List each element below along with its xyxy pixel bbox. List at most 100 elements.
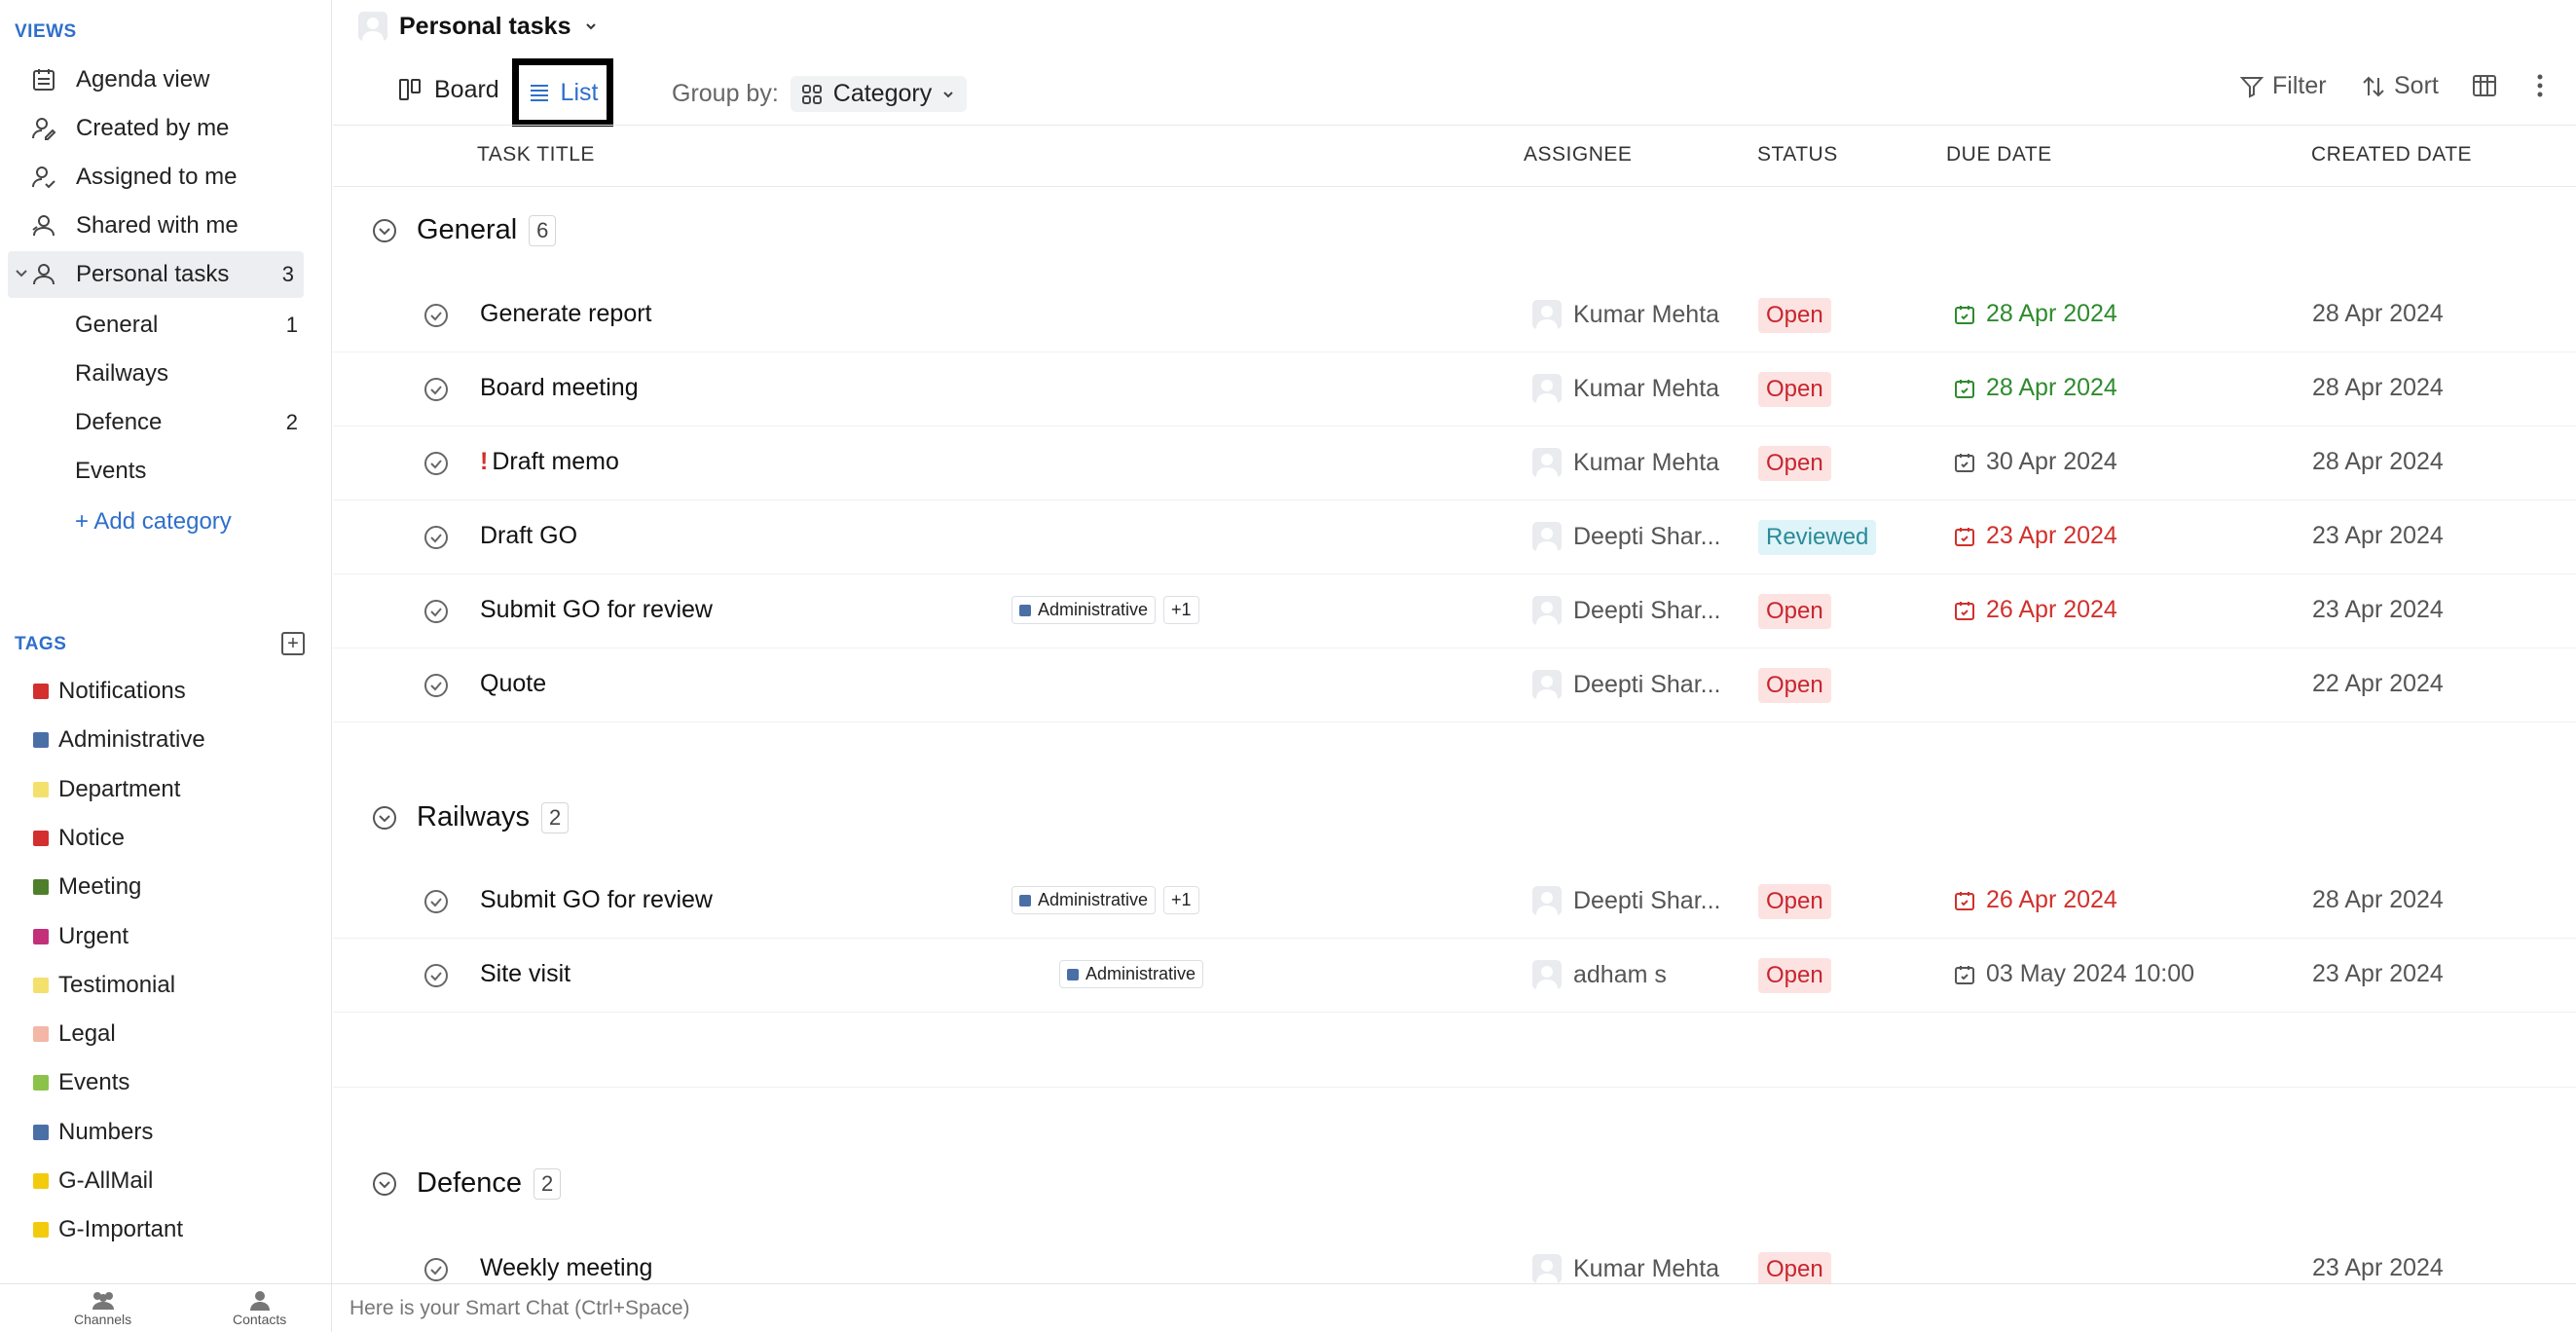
- status-badge[interactable]: Open: [1758, 668, 1831, 703]
- column-created-date[interactable]: CREATED DATE: [2311, 143, 2472, 166]
- column-task-title[interactable]: TASK TITLE: [477, 143, 595, 166]
- collapse-toggle-icon[interactable]: [372, 218, 397, 243]
- task-row[interactable]: Site visit Administrative adham s Open 03 Ma…: [333, 939, 2576, 1013]
- status-badge[interactable]: Open: [1758, 372, 1831, 407]
- sidebar-category-defence[interactable]: Defence 2: [75, 399, 304, 446]
- more-tags-chip[interactable]: +1: [1163, 886, 1199, 914]
- task-title-cell[interactable]: Submit GO for review: [480, 596, 713, 624]
- sidebar-item-assigned-to-me[interactable]: Assigned to me: [8, 154, 304, 201]
- channels-button[interactable]: Channels: [74, 1290, 131, 1327]
- sidebar-tag-item[interactable]: Department: [33, 766, 180, 813]
- status-badge[interactable]: Reviewed: [1758, 520, 1877, 555]
- status-badge[interactable]: Open: [1758, 594, 1831, 629]
- group-by-dropdown[interactable]: Category: [790, 76, 968, 112]
- task-row[interactable]: Submit GO for review Administrative +1 Deep…: [333, 574, 2576, 648]
- task-title-cell[interactable]: Weekly meeting: [480, 1254, 652, 1282]
- assignee-cell[interactable]: Deepti Shar...: [1532, 670, 1720, 699]
- sidebar-tag-item[interactable]: Administrative: [33, 717, 205, 763]
- sidebar-category-general[interactable]: General 1: [75, 302, 304, 349]
- status-badge[interactable]: Open: [1758, 958, 1831, 993]
- sidebar-tag-item[interactable]: Notice: [33, 815, 125, 862]
- tag-chip[interactable]: Administrative: [1012, 596, 1157, 624]
- assignee-cell[interactable]: Deepti Shar...: [1532, 596, 1720, 625]
- task-row[interactable]: Weekly meeting Kumar Mehta Open 23 Apr 2024: [333, 1233, 2576, 1283]
- assignee-cell[interactable]: adham s: [1532, 960, 1667, 989]
- list-view-button[interactable]: List: [512, 58, 613, 127]
- group-header[interactable]: Defence 2: [372, 1167, 562, 1200]
- task-row[interactable]: ! Draft memo Kumar Mehta Open 30 Apr 2024 28 …: [333, 426, 2576, 500]
- due-date-cell[interactable]: 28 Apr 2024: [1953, 374, 2117, 402]
- sidebar-tag-item[interactable]: Notifications: [33, 668, 186, 715]
- complete-check-icon[interactable]: [423, 1256, 450, 1283]
- add-category-link[interactable]: + Add category: [75, 499, 304, 545]
- more-tags-chip[interactable]: +1: [1163, 596, 1199, 624]
- status-badge[interactable]: Open: [1758, 884, 1831, 919]
- column-status[interactable]: STATUS: [1757, 143, 1838, 166]
- task-title-cell[interactable]: Site visit: [480, 960, 570, 988]
- sidebar-item-created-by-me[interactable]: Created by me: [8, 105, 304, 152]
- contacts-button[interactable]: Contacts: [233, 1290, 286, 1327]
- due-date-cell[interactable]: 23 Apr 2024: [1953, 522, 2117, 550]
- sidebar-tag-item[interactable]: Testimonial: [33, 962, 175, 1009]
- page-title-dropdown[interactable]: Personal tasks: [358, 12, 601, 41]
- task-row[interactable]: Submit GO for review Administrative +1 Deep…: [333, 865, 2576, 939]
- due-date-cell[interactable]: 26 Apr 2024: [1953, 596, 2117, 624]
- sidebar-item-personal-tasks[interactable]: Personal tasks 3: [8, 251, 304, 298]
- tag-chip[interactable]: Administrative: [1059, 960, 1204, 988]
- assignee-cell[interactable]: Deepti Shar...: [1532, 886, 1720, 915]
- complete-check-icon[interactable]: [423, 962, 450, 989]
- column-settings-button[interactable]: [2471, 72, 2498, 99]
- group-header[interactable]: Railways 2: [372, 801, 570, 833]
- complete-check-icon[interactable]: [423, 524, 450, 551]
- task-row[interactable]: Board meeting Kumar Mehta Open 28 Apr 2024 2…: [333, 352, 2576, 426]
- sidebar-tag-item[interactable]: Legal: [33, 1011, 116, 1057]
- group-header[interactable]: General 6: [372, 214, 557, 246]
- more-options-button[interactable]: [2535, 72, 2545, 99]
- complete-check-icon[interactable]: [423, 450, 450, 477]
- due-date-cell[interactable]: 28 Apr 2024: [1953, 300, 2117, 328]
- column-assignee[interactable]: ASSIGNEE: [1524, 143, 1632, 166]
- add-tag-button[interactable]: +: [281, 632, 305, 655]
- task-title-cell[interactable]: Generate report: [480, 300, 652, 328]
- sidebar-tag-item[interactable]: G-Important: [33, 1206, 183, 1253]
- chevron-down-icon[interactable]: [12, 263, 31, 282]
- column-due-date[interactable]: DUE DATE: [1946, 143, 2052, 166]
- collapse-toggle-icon[interactable]: [372, 1171, 397, 1197]
- sidebar-item-shared-with-me[interactable]: Shared with me: [8, 203, 304, 249]
- assignee-cell[interactable]: Kumar Mehta: [1532, 300, 1719, 329]
- status-badge[interactable]: Open: [1758, 446, 1831, 481]
- sidebar-tag-item[interactable]: Events: [33, 1059, 129, 1106]
- complete-check-icon[interactable]: [423, 598, 450, 625]
- assignee-cell[interactable]: Kumar Mehta: [1532, 374, 1719, 403]
- task-row[interactable]: Quote Deepti Shar... Open 22 Apr 2024: [333, 648, 2576, 722]
- sidebar-category-railways[interactable]: Railways: [75, 351, 304, 397]
- complete-check-icon[interactable]: [423, 672, 450, 699]
- task-row[interactable]: Draft GO Deepti Shar... Reviewed 23 Apr 202…: [333, 500, 2576, 574]
- task-title-cell[interactable]: Board meeting: [480, 374, 639, 402]
- sidebar-tag-item[interactable]: Meeting: [33, 864, 141, 910]
- assignee-cell[interactable]: Kumar Mehta: [1532, 448, 1719, 477]
- task-title-cell[interactable]: Quote: [480, 670, 546, 698]
- status-badge[interactable]: Open: [1758, 298, 1831, 333]
- collapse-toggle-icon[interactable]: [372, 805, 397, 831]
- assignee-cell[interactable]: Kumar Mehta: [1532, 1254, 1719, 1283]
- sidebar-category-events[interactable]: Events: [75, 448, 304, 495]
- tag-chip[interactable]: Administrative: [1012, 886, 1157, 914]
- sidebar-tag-item[interactable]: Numbers: [33, 1109, 153, 1156]
- complete-check-icon[interactable]: [423, 376, 450, 403]
- filter-button[interactable]: Filter: [2239, 72, 2327, 100]
- task-title-cell[interactable]: Draft GO: [480, 522, 577, 550]
- due-date-cell[interactable]: 30 Apr 2024: [1953, 448, 2117, 476]
- task-row[interactable]: Generate report Kumar Mehta Open 28 Apr 202…: [333, 278, 2576, 352]
- complete-check-icon[interactable]: [423, 888, 450, 915]
- board-view-button[interactable]: Board: [397, 76, 499, 104]
- assignee-cell[interactable]: Deepti Shar...: [1532, 522, 1720, 551]
- sidebar-item-agenda-view[interactable]: Agenda view: [8, 56, 304, 103]
- sidebar-tag-item[interactable]: G-AllMail: [33, 1158, 153, 1204]
- sidebar-tag-item[interactable]: Urgent: [33, 913, 129, 960]
- due-date-cell[interactable]: 03 May 2024 10:00: [1953, 960, 2194, 988]
- complete-check-icon[interactable]: [423, 302, 450, 329]
- smart-chat-input[interactable]: Here is your Smart Chat (Ctrl+Space): [332, 1283, 2576, 1332]
- task-title-cell[interactable]: Submit GO for review: [480, 886, 713, 914]
- due-date-cell[interactable]: 26 Apr 2024: [1953, 886, 2117, 914]
